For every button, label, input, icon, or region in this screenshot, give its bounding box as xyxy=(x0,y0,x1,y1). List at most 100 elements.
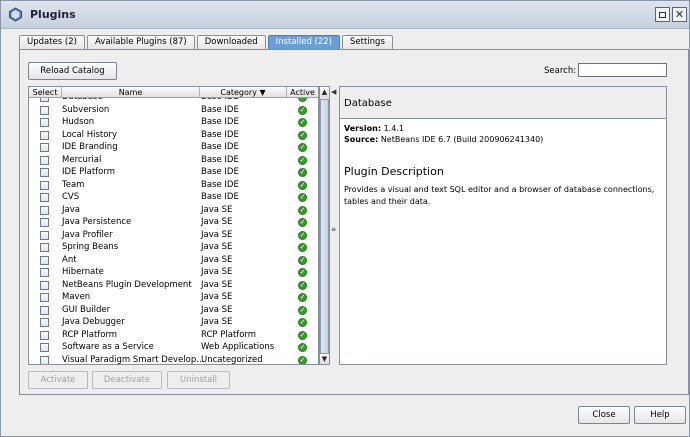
table-row[interactable]: Hudson Base IDE ✓ xyxy=(29,116,318,129)
plugin-category: Base IDE xyxy=(201,117,239,127)
plugin-category: Java SE xyxy=(201,267,233,277)
source-value: NetBeans IDE 6.7 (Build 200906241340) xyxy=(380,135,544,144)
select-checkbox[interactable] xyxy=(40,143,49,152)
select-checkbox[interactable] xyxy=(40,243,49,252)
plugin-name: Java xyxy=(62,204,80,215)
close-icon: ✕ xyxy=(674,8,685,21)
table-row[interactable]: Java Profiler Java SE ✓ xyxy=(29,229,318,242)
column-header-category[interactable]: Category ▼ xyxy=(200,87,287,98)
table-row[interactable]: CVS Base IDE ✓ xyxy=(29,191,318,204)
plugin-category: Java SE xyxy=(201,229,233,240)
uninstall-button[interactable]: Uninstall xyxy=(167,371,230,389)
column-header-select[interactable]: Select xyxy=(29,87,62,98)
plugin-category: Base IDE xyxy=(201,129,239,140)
select-checkbox[interactable] xyxy=(40,180,49,190)
plugins-dialog: Plugins ✕ Updates (2) Available Plugins … xyxy=(0,0,690,437)
select-checkbox[interactable] xyxy=(40,118,49,127)
select-checkbox[interactable] xyxy=(40,305,49,315)
details-title: Database xyxy=(344,98,392,109)
table-row[interactable]: Team Base IDE ✓ xyxy=(29,179,318,192)
tab-downloaded[interactable]: Downloaded xyxy=(196,35,266,49)
activate-button[interactable]: Activate xyxy=(28,371,88,389)
active-check-icon: ✓ xyxy=(298,343,307,352)
table-row[interactable]: Subversion Base IDE ✓ xyxy=(29,104,318,117)
active-check-icon: ✓ xyxy=(298,243,307,252)
table-row[interactable]: Spring Beans Java SE ✓ xyxy=(29,241,318,254)
select-checkbox[interactable] xyxy=(40,355,49,364)
table-row[interactable]: Java Java SE ✓ xyxy=(29,204,318,217)
help-button[interactable]: Help xyxy=(634,406,686,424)
table-row[interactable]: Visual Paradigm Smart Develop... Uncatego… xyxy=(29,354,318,365)
active-check-icon: ✓ xyxy=(298,180,307,190)
scroll-up-arrow-icon[interactable]: ▲ xyxy=(320,87,329,97)
plugin-name: Mercurial xyxy=(62,154,102,165)
table-row[interactable]: Ant Java SE ✓ xyxy=(29,254,318,267)
plugins-table-body: DatabaseBase IDE✓SubversionBase IDE✓Huds… xyxy=(29,91,318,365)
tab-installed[interactable]: Installed (22) xyxy=(267,35,341,49)
table-row[interactable]: IDE Branding Base IDE ✓ xyxy=(29,141,318,154)
active-check-icon: ✓ xyxy=(298,355,307,364)
table-scrollbar[interactable]: ▲ ▼ xyxy=(319,86,330,365)
select-checkbox[interactable] xyxy=(40,268,49,277)
table-row[interactable]: Software as a Service Web Applications ✓ xyxy=(29,341,318,354)
search-input[interactable] xyxy=(578,63,667,77)
plugin-category: Java SE xyxy=(201,254,233,265)
select-checkbox[interactable] xyxy=(40,255,49,265)
table-row[interactable]: Java Persistence Java SE ✓ xyxy=(29,216,318,229)
tab-available-plugins[interactable]: Available Plugins (87) xyxy=(86,35,195,49)
split-pane-divider[interactable]: ◀ ≡ xyxy=(330,86,339,365)
plugin-category: Java SE xyxy=(201,242,233,252)
reload-catalog-button[interactable]: Reload Catalog xyxy=(28,62,117,80)
table-row[interactable]: GUI Builder Java SE ✓ xyxy=(29,304,318,317)
plugin-category: Base IDE xyxy=(201,192,239,202)
select-checkbox[interactable] xyxy=(40,205,49,215)
table-row[interactable]: Java Debugger Java SE ✓ xyxy=(29,316,318,329)
select-checkbox[interactable] xyxy=(40,293,49,302)
plugin-name: Visual Paradigm Smart Develop... xyxy=(62,354,205,365)
scroll-down-arrow-icon[interactable]: ▼ xyxy=(320,354,329,364)
collapse-left-arrow-icon[interactable]: ◀ xyxy=(331,88,336,96)
close-button[interactable]: Close xyxy=(578,406,630,424)
select-checkbox[interactable] xyxy=(40,280,49,290)
select-checkbox[interactable] xyxy=(40,168,49,177)
tab-updates[interactable]: Updates (2) xyxy=(19,35,85,49)
select-checkbox[interactable] xyxy=(40,330,49,340)
column-header-name[interactable]: Name xyxy=(62,87,200,98)
close-window-button[interactable]: ✕ xyxy=(672,7,687,22)
table-row[interactable]: Maven Java SE ✓ xyxy=(29,291,318,304)
plugins-table: DatabaseBase IDE✓SubversionBase IDE✓Huds… xyxy=(28,86,319,365)
select-checkbox[interactable] xyxy=(40,155,49,165)
plugin-category: Base IDE xyxy=(201,142,239,152)
select-checkbox[interactable] xyxy=(40,193,49,202)
table-row[interactable]: NetBeans Plugin Development Java SE ✓ xyxy=(29,279,318,292)
deactivate-button[interactable]: Deactivate xyxy=(92,371,162,389)
table-header: Select Name Category ▼ Active xyxy=(29,87,318,98)
divider-grip-icon[interactable]: ≡ xyxy=(331,226,336,233)
table-row[interactable]: Local History Base IDE ✓ xyxy=(29,129,318,142)
select-checkbox[interactable] xyxy=(40,318,49,327)
plugin-category: RCP Platform xyxy=(201,329,257,340)
select-checkbox[interactable] xyxy=(40,230,49,240)
table-row[interactable]: Mercurial Base IDE ✓ xyxy=(29,154,318,167)
scroll-thumb[interactable] xyxy=(320,99,329,354)
active-check-icon: ✓ xyxy=(298,305,307,315)
table-row[interactable]: Hibernate Java SE ✓ xyxy=(29,266,318,279)
table-row[interactable]: IDE Platform Base IDE ✓ xyxy=(29,166,318,179)
restore-button[interactable] xyxy=(655,7,670,22)
select-checkbox[interactable] xyxy=(40,105,49,115)
plugin-category: Web Applications xyxy=(201,342,275,352)
plugin-category: Base IDE xyxy=(201,179,239,190)
plugin-details-pane: Database Version: 1.4.1 Source: NetBeans… xyxy=(339,86,667,365)
column-header-active[interactable]: Active xyxy=(287,87,318,98)
active-check-icon: ✓ xyxy=(298,330,307,340)
select-checkbox[interactable] xyxy=(40,130,49,140)
plugin-category: Base IDE xyxy=(201,154,239,165)
table-row[interactable]: RCP Platform RCP Platform ✓ xyxy=(29,329,318,342)
plugin-name: GUI Builder xyxy=(62,304,111,315)
select-checkbox[interactable] xyxy=(40,343,49,352)
tab-strip: Updates (2) Available Plugins (87) Downl… xyxy=(19,35,395,49)
select-checkbox[interactable] xyxy=(40,218,49,227)
plugin-category: Java SE xyxy=(201,204,233,215)
tab-settings[interactable]: Settings xyxy=(342,35,393,49)
plugins-window-icon xyxy=(9,7,22,22)
